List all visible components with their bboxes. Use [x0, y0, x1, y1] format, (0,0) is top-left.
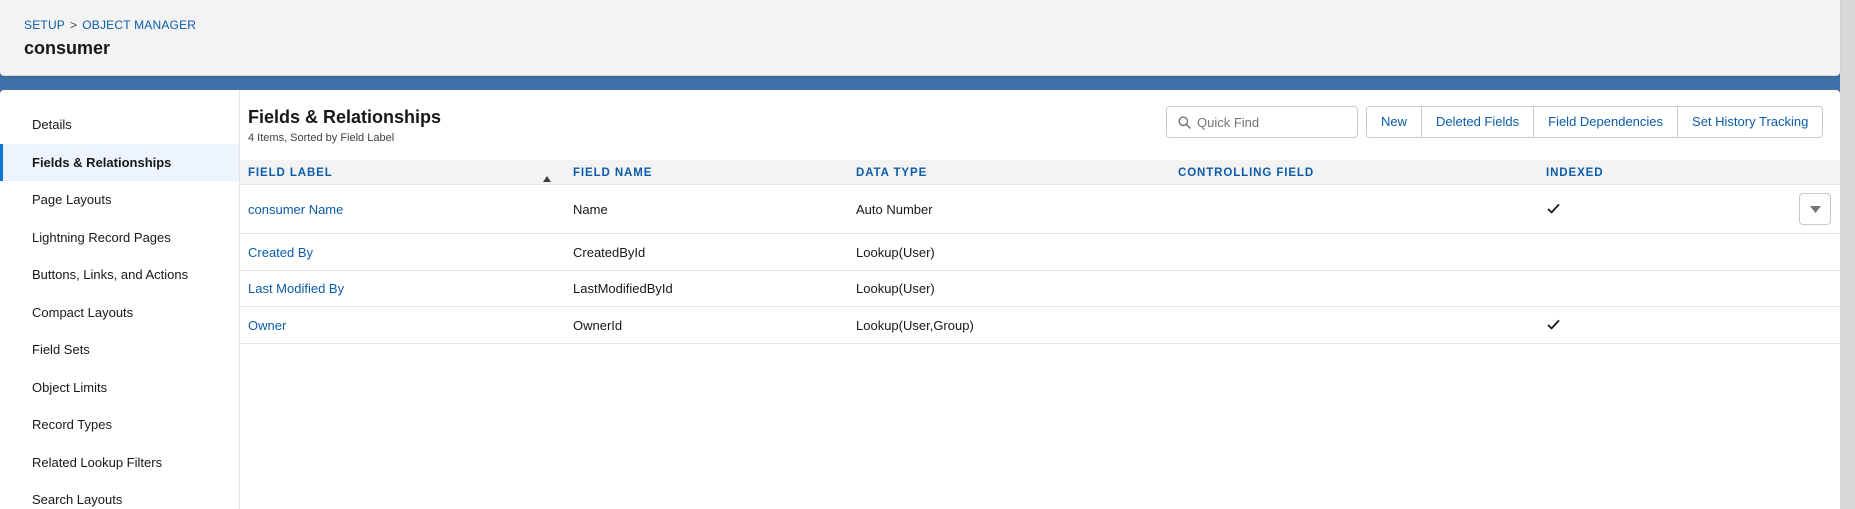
indexed-cell [1547, 185, 1560, 233]
sidebar-nav: Details Fields & Relationships Page Layo… [0, 90, 240, 509]
column-header-controlling-field[interactable]: CONTROLLING FIELD [1178, 160, 1314, 185]
breadcrumb: SETUP > OBJECT MANAGER [24, 18, 196, 32]
sidebar-item-page-layouts[interactable]: Page Layouts [0, 181, 239, 219]
field-name-cell: OwnerId [573, 317, 623, 333]
breadcrumb-setup-link[interactable]: SETUP [24, 18, 65, 32]
checkmark-icon [1547, 202, 1560, 217]
sidebar-item-fields-relationships[interactable]: Fields & Relationships [0, 143, 239, 181]
row-actions-dropdown[interactable] [1799, 193, 1831, 225]
table-row: Owner OwnerId Lookup(User,Group) [240, 307, 1840, 344]
field-dependencies-button[interactable]: Field Dependencies [1534, 107, 1679, 137]
field-name-cell: CreatedById [573, 244, 646, 260]
table-row: Created By CreatedById Lookup(User) [240, 234, 1840, 271]
field-name-cell: LastModifiedById [573, 281, 673, 296]
chevron-down-icon [1810, 206, 1821, 213]
quick-find-input[interactable] [1197, 107, 1355, 137]
object-manager-card: Details Fields & Relationships Page Layo… [0, 90, 1840, 509]
checkmark-icon [1547, 318, 1560, 333]
page-header: SETUP > OBJECT MANAGER consumer [0, 0, 1840, 76]
field-label-link[interactable]: Created By [248, 234, 313, 270]
fields-table: FIELD LABEL FIELD NAME DATA TYPE CONTROL… [240, 160, 1840, 344]
sidebar-item-search-layouts[interactable]: Search Layouts [0, 481, 239, 509]
indexed-cell [1547, 307, 1560, 343]
column-header-field-label[interactable]: FIELD LABEL [248, 160, 333, 185]
column-header-field-name[interactable]: FIELD NAME [573, 160, 652, 185]
set-history-tracking-button[interactable]: Set History Tracking [1678, 107, 1823, 137]
field-label-link[interactable]: Last Modified By [248, 271, 344, 306]
data-type-cell: Auto Number [856, 201, 933, 217]
data-type-cell: Lookup(User) [856, 281, 935, 296]
sidebar-item-object-limits[interactable]: Object Limits [0, 369, 239, 407]
new-button[interactable]: New [1367, 107, 1423, 137]
data-type-cell: Lookup(User,Group) [856, 317, 974, 333]
sidebar-item-related-lookup-filters[interactable]: Related Lookup Filters [0, 444, 239, 482]
sidebar-item-field-sets[interactable]: Field Sets [0, 331, 239, 369]
section-subtitle: 4 Items, Sorted by Field Label [248, 132, 395, 144]
field-name-cell: Name [573, 201, 608, 217]
sidebar-item-details[interactable]: Details [0, 106, 239, 144]
table-row: consumer Name Name Auto Number [240, 185, 1840, 234]
page-scrollbar[interactable] [1840, 0, 1855, 509]
breadcrumb-separator: > [70, 18, 78, 32]
column-header-indexed[interactable]: INDEXED [1546, 160, 1603, 185]
field-label-link[interactable]: Owner [248, 307, 286, 343]
breadcrumb-object-manager-link[interactable]: OBJECT MANAGER [82, 18, 196, 32]
table-row: Last Modified By LastModifiedById Lookup… [240, 271, 1840, 307]
sidebar-item-compact-layouts[interactable]: Compact Layouts [0, 294, 239, 332]
sidebar-item-buttons-links-actions[interactable]: Buttons, Links, and Actions [0, 256, 239, 294]
table-header: FIELD LABEL FIELD NAME DATA TYPE CONTROL… [240, 160, 1840, 185]
sidebar-item-record-types[interactable]: Record Types [0, 406, 239, 444]
section-title: Fields & Relationships [248, 107, 442, 127]
fields-content: Fields & Relationships 4 Items, Sorted b… [240, 90, 1840, 509]
sidebar-item-lightning-record-pages[interactable]: Lightning Record Pages [0, 219, 239, 257]
data-type-cell: Lookup(User) [856, 244, 935, 260]
quick-find-box[interactable] [1166, 106, 1358, 138]
action-button-group: New Deleted Fields Field Dependencies Se… [1366, 106, 1824, 138]
page-title: consumer [24, 38, 111, 58]
search-icon [1178, 116, 1191, 134]
deleted-fields-button[interactable]: Deleted Fields [1422, 107, 1535, 137]
field-label-link[interactable]: consumer Name [248, 185, 343, 233]
column-header-data-type[interactable]: DATA TYPE [856, 160, 927, 185]
